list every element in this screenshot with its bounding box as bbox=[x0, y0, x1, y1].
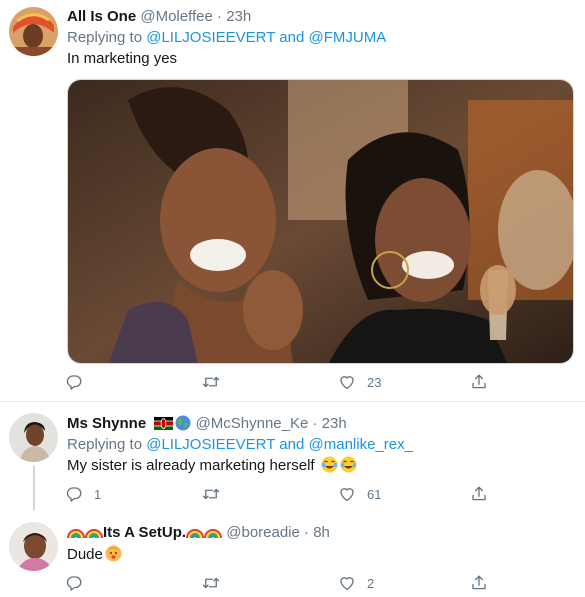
separator-dot: · bbox=[217, 8, 223, 25]
rainbow-emoji bbox=[85, 529, 103, 539]
mention-link[interactable]: @FMJUMA bbox=[309, 29, 387, 46]
replying-to: Replying to @LILJOSIEEVERT and @manlike_… bbox=[67, 435, 413, 455]
timestamp[interactable]: 8h bbox=[313, 524, 330, 541]
display-name[interactable]: Its A SetUp. bbox=[103, 524, 186, 541]
tweet-header: All Is One @Moleffee · 23h bbox=[67, 7, 251, 27]
like-button[interactable]: 61 bbox=[338, 484, 381, 504]
tweet-text-row: My sister is already marketing herself bbox=[67, 456, 357, 476]
share-icon bbox=[470, 373, 488, 391]
tweet[interactable]: Its A SetUp. @boreadie · 8h Dude 2 bbox=[0, 512, 585, 597]
reply-icon bbox=[65, 485, 83, 503]
like-button[interactable]: 23 bbox=[338, 372, 381, 392]
tweet-header: Ms Shynne @McShynne_Ke · 23h bbox=[67, 414, 347, 434]
retweet-icon bbox=[202, 574, 220, 592]
like-icon bbox=[338, 485, 356, 503]
tears-of-joy-emoji bbox=[321, 456, 338, 473]
user-handle[interactable]: @boreadie bbox=[226, 524, 300, 541]
timestamp[interactable]: 23h bbox=[322, 415, 347, 432]
share-button[interactable] bbox=[470, 573, 488, 593]
reply-button[interactable] bbox=[65, 372, 94, 392]
user-handle[interactable]: @McShynne_Ke bbox=[196, 415, 309, 432]
globe-icon bbox=[175, 415, 191, 431]
retweet-button[interactable] bbox=[202, 484, 231, 504]
tweet-actions: 1 61 bbox=[65, 484, 505, 504]
avatar[interactable] bbox=[9, 7, 58, 56]
replying-to: Replying to @LILJOSIEEVERT and @FMJUMA bbox=[67, 28, 386, 48]
like-count: 2 bbox=[367, 575, 375, 591]
mention-link[interactable]: @manlike_rex_ bbox=[309, 436, 413, 453]
and-link[interactable]: and bbox=[279, 436, 304, 453]
timestamp[interactable]: 23h bbox=[226, 8, 251, 25]
replying-to-label: Replying to bbox=[67, 436, 143, 453]
like-button[interactable]: 2 bbox=[338, 573, 374, 593]
replying-to-label: Replying to bbox=[67, 29, 143, 46]
rainbow-emoji bbox=[67, 529, 85, 539]
retweet-icon bbox=[202, 373, 220, 391]
tweet-actions: 23 bbox=[65, 372, 505, 392]
retweet-button[interactable] bbox=[202, 573, 231, 593]
reply-icon bbox=[65, 574, 83, 592]
and-link[interactable]: and bbox=[279, 29, 304, 46]
thread-line bbox=[33, 466, 35, 510]
mention-link[interactable]: @LILJOSIEEVERT bbox=[146, 29, 275, 46]
separator-dot: · bbox=[304, 524, 310, 541]
face-emoji bbox=[105, 545, 122, 562]
like-icon bbox=[338, 574, 356, 592]
tweet-header: Its A SetUp. @boreadie · 8h bbox=[67, 523, 330, 543]
tweet-photo[interactable] bbox=[67, 79, 574, 364]
tweet-text-row: Dude bbox=[67, 545, 122, 565]
reply-button[interactable]: 1 bbox=[65, 484, 101, 504]
display-name[interactable]: Ms Shynne bbox=[67, 415, 146, 432]
share-icon bbox=[470, 485, 488, 503]
kenya-flag-icon bbox=[154, 417, 174, 430]
avatar[interactable] bbox=[9, 522, 58, 571]
tweet-text: My sister is already marketing herself bbox=[67, 457, 315, 474]
user-handle[interactable]: @Moleffee bbox=[140, 8, 213, 25]
share-button[interactable] bbox=[470, 372, 488, 392]
tweet-text: Dude bbox=[67, 546, 103, 563]
tweet[interactable]: Ms Shynne @McShynne_Ke · 23h Replying to… bbox=[0, 402, 585, 512]
mention-link[interactable]: @LILJOSIEEVERT bbox=[146, 436, 275, 453]
separator-dot: · bbox=[312, 415, 318, 432]
display-name[interactable]: All Is One bbox=[67, 8, 136, 25]
share-button[interactable] bbox=[470, 484, 488, 504]
retweet-icon bbox=[202, 485, 220, 503]
tweet[interactable]: All Is One @Moleffee · 23h Replying to @… bbox=[0, 0, 585, 402]
reply-count: 1 bbox=[94, 486, 102, 502]
rainbow-emoji bbox=[204, 529, 223, 539]
reply-icon bbox=[65, 373, 83, 391]
like-icon bbox=[338, 373, 356, 391]
like-count: 61 bbox=[367, 486, 382, 502]
retweet-button[interactable] bbox=[202, 372, 231, 392]
like-count: 23 bbox=[367, 374, 382, 390]
tweet-actions: 2 bbox=[65, 573, 505, 593]
avatar[interactable] bbox=[9, 413, 58, 462]
tears-of-joy-emoji bbox=[340, 456, 357, 473]
rainbow-emoji bbox=[186, 529, 205, 539]
reply-button[interactable] bbox=[65, 573, 94, 593]
tweet-text: In marketing yes bbox=[67, 50, 178, 67]
share-icon bbox=[470, 574, 488, 592]
